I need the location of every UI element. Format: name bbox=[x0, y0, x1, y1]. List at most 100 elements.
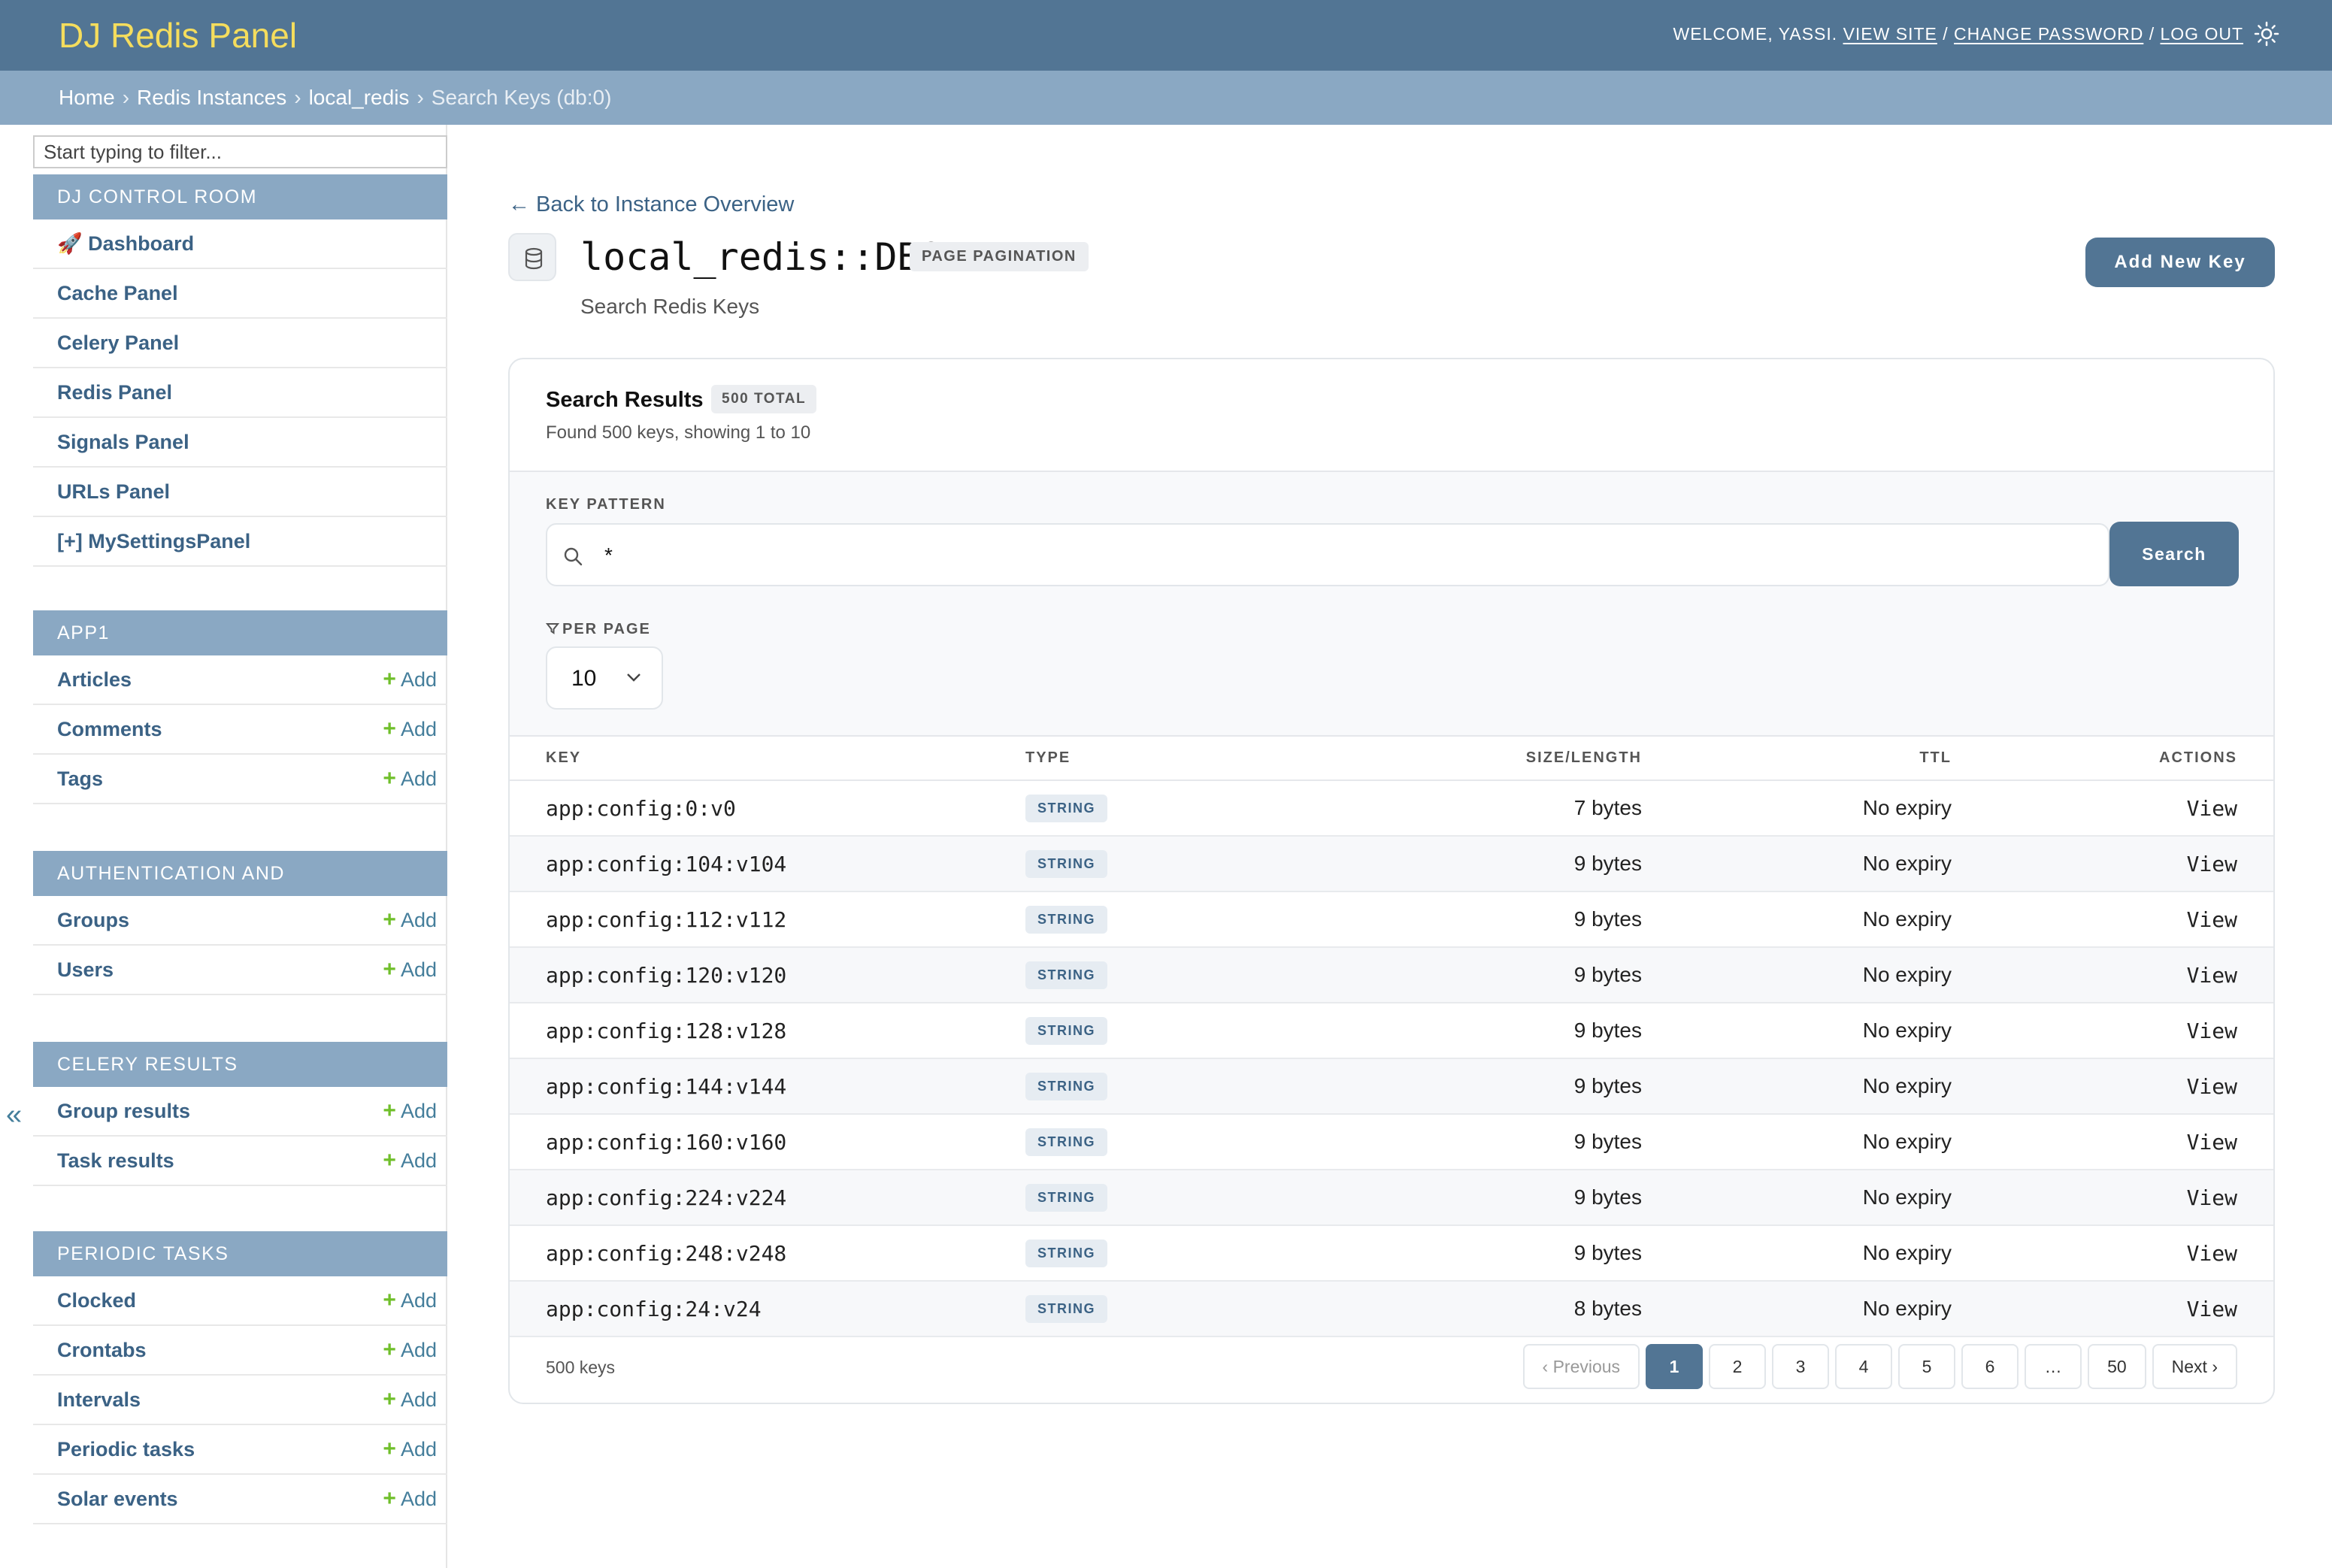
plus-icon: + bbox=[383, 1288, 396, 1312]
sidebar-item-group-results[interactable]: Group results + Add bbox=[33, 1087, 447, 1137]
table-row: app:config:120:v120 STRING 9 bytes No ex… bbox=[510, 947, 2273, 1003]
search-icon bbox=[564, 547, 583, 566]
view-link[interactable]: View bbox=[1952, 780, 2273, 837]
add-button[interactable]: + Add bbox=[383, 896, 437, 944]
view-link[interactable]: View bbox=[1952, 1225, 2273, 1282]
module-header[interactable]: CELERY RESULTS bbox=[33, 1042, 447, 1087]
add-label: Add bbox=[400, 1388, 437, 1411]
sidebar-item-urls-panel[interactable]: URLs Panel bbox=[33, 468, 447, 517]
add-new-key-button[interactable]: Add New Key bbox=[2085, 238, 2275, 287]
view-link[interactable]: View bbox=[1952, 947, 2273, 1003]
table-row: app:config:224:v224 STRING 9 bytes No ex… bbox=[510, 1170, 2273, 1226]
add-button[interactable]: + Add bbox=[383, 1376, 437, 1424]
key-name[interactable]: app:config:112:v112 bbox=[510, 891, 1025, 948]
column-header-size[interactable]: SIZE/LENGTH bbox=[1416, 737, 1642, 781]
view-link[interactable]: View bbox=[1952, 1114, 2273, 1170]
column-header-type[interactable]: TYPE bbox=[1025, 737, 1416, 781]
page-title: local_redis::DB0 bbox=[580, 235, 943, 279]
table-row: app:config:248:v248 STRING 9 bytes No ex… bbox=[510, 1225, 2273, 1282]
sidebar-item-tags[interactable]: Tags + Add bbox=[33, 755, 447, 804]
sidebar-item-celery-panel[interactable]: Celery Panel bbox=[33, 319, 447, 368]
key-name[interactable]: app:config:128:v128 bbox=[510, 1003, 1025, 1059]
view-link[interactable]: View bbox=[1952, 1058, 2273, 1115]
page-button-6[interactable]: 6 bbox=[1961, 1344, 2019, 1389]
page-button-3[interactable]: 3 bbox=[1772, 1344, 1830, 1389]
key-name[interactable]: app:config:224:v224 bbox=[510, 1170, 1025, 1226]
per-page-select[interactable]: 10 bbox=[546, 646, 663, 710]
view-site-link[interactable]: VIEW SITE bbox=[1843, 24, 1937, 44]
module-header[interactable]: DJ CONTROL ROOM bbox=[33, 174, 447, 219]
sidebar-item-dashboard[interactable]: 🚀 Dashboard bbox=[33, 219, 447, 269]
key-pattern-input[interactable] bbox=[604, 538, 2033, 573]
sidebar-item-articles[interactable]: Articles + Add bbox=[33, 655, 447, 705]
column-header-key[interactable]: KEY bbox=[510, 737, 1025, 781]
sidebar-item-signals-panel[interactable]: Signals Panel bbox=[33, 418, 447, 468]
view-link[interactable]: View bbox=[1952, 836, 2273, 892]
key-name[interactable]: app:config:104:v104 bbox=[510, 836, 1025, 892]
key-name[interactable]: app:config:160:v160 bbox=[510, 1114, 1025, 1170]
key-name[interactable]: app:config:248:v248 bbox=[510, 1225, 1025, 1282]
change-password-link[interactable]: CHANGE PASSWORD bbox=[1954, 24, 2143, 44]
add-button[interactable]: + Add bbox=[383, 705, 437, 753]
add-button[interactable]: + Add bbox=[383, 1087, 437, 1135]
sidebar-item-label: Tags bbox=[57, 767, 104, 790]
add-button[interactable]: + Add bbox=[383, 655, 437, 704]
user-tools: WELCOME, YASSI. VIEW SITE / CHANGE PASSW… bbox=[1673, 23, 2243, 45]
sidebar-item-clocked[interactable]: Clocked + Add bbox=[33, 1276, 447, 1326]
key-name[interactable]: app:config:120:v120 bbox=[510, 947, 1025, 1003]
previous-page-button[interactable]: ‹ Previous bbox=[1522, 1344, 1640, 1389]
sidebar-item-periodic-tasks[interactable]: Periodic tasks + Add bbox=[33, 1425, 447, 1475]
search-button[interactable]: Search bbox=[2109, 522, 2239, 586]
add-button[interactable]: + Add bbox=[383, 1137, 437, 1185]
key-name[interactable]: app:config:24:v24 bbox=[510, 1281, 1025, 1337]
add-button[interactable]: + Add bbox=[383, 1425, 437, 1473]
sidebar-item-label: Cache Panel bbox=[57, 282, 178, 304]
breadcrumb-instance[interactable]: local_redis bbox=[309, 86, 410, 109]
module-header[interactable]: APP1 bbox=[33, 610, 447, 655]
table-row: app:config:128:v128 STRING 9 bytes No ex… bbox=[510, 1003, 2273, 1059]
page-button-1[interactable]: 1 bbox=[1646, 1344, 1704, 1389]
view-link[interactable]: View bbox=[1952, 891, 2273, 948]
page-button-2[interactable]: 2 bbox=[1709, 1344, 1767, 1389]
collapse-icon[interactable]: « bbox=[6, 1099, 22, 1131]
sidebar-filter-input[interactable] bbox=[33, 135, 447, 168]
ttl-cell: No expiry bbox=[1642, 947, 1952, 1003]
add-button[interactable]: + Add bbox=[383, 946, 437, 994]
sidebar-item-solar-events[interactable]: Solar events + Add bbox=[33, 1475, 447, 1524]
sidebar-item-groups[interactable]: Groups + Add bbox=[33, 896, 447, 946]
add-button[interactable]: + Add bbox=[383, 1326, 437, 1374]
module-header[interactable]: AUTHENTICATION AND AUTHORIZATION bbox=[33, 851, 447, 929]
sidebar-item-users[interactable]: Users + Add bbox=[33, 946, 447, 995]
type-cell: STRING bbox=[1025, 1003, 1416, 1059]
sidebar-item-label: Groups bbox=[57, 909, 130, 931]
page-button-5[interactable]: 5 bbox=[1898, 1344, 1956, 1389]
column-header-ttl[interactable]: TTL bbox=[1642, 737, 1952, 781]
sidebar-item-comments[interactable]: Comments + Add bbox=[33, 705, 447, 755]
add-button[interactable]: + Add bbox=[383, 1276, 437, 1324]
page-button-50[interactable]: 50 bbox=[2088, 1344, 2146, 1389]
add-label: Add bbox=[400, 1289, 437, 1312]
add-button[interactable]: + Add bbox=[383, 1475, 437, 1523]
type-cell: STRING bbox=[1025, 947, 1416, 1003]
add-button[interactable]: + Add bbox=[383, 755, 437, 803]
sun-icon[interactable] bbox=[2254, 21, 2279, 47]
view-link[interactable]: View bbox=[1952, 1281, 2273, 1337]
page-button-4[interactable]: 4 bbox=[1835, 1344, 1893, 1389]
key-name[interactable]: app:config:0:v0 bbox=[510, 780, 1025, 837]
site-brand[interactable]: DJ Redis Panel bbox=[59, 15, 297, 56]
sidebar-item-mysettingspanel[interactable]: [+] MySettingsPanel bbox=[33, 517, 447, 567]
view-link[interactable]: View bbox=[1952, 1003, 2273, 1059]
key-name[interactable]: app:config:144:v144 bbox=[510, 1058, 1025, 1115]
sidebar-item-redis-panel[interactable]: Redis Panel bbox=[33, 368, 447, 418]
module-header[interactable]: PERIODIC TASKS bbox=[33, 1231, 447, 1276]
logout-link[interactable]: LOG OUT bbox=[2160, 24, 2243, 44]
breadcrumb-home[interactable]: Home bbox=[59, 86, 115, 109]
breadcrumb-instances[interactable]: Redis Instances bbox=[137, 86, 286, 109]
sidebar-item-cache-panel[interactable]: Cache Panel bbox=[33, 269, 447, 319]
sidebar-item-task-results[interactable]: Task results + Add bbox=[33, 1137, 447, 1186]
view-link[interactable]: View bbox=[1952, 1170, 2273, 1226]
back-to-overview-link[interactable]: ← Back to Instance Overview bbox=[508, 192, 794, 217]
sidebar-item-crontabs[interactable]: Crontabs + Add bbox=[33, 1326, 447, 1376]
sidebar-item-intervals[interactable]: Intervals + Add bbox=[33, 1376, 447, 1425]
next-page-button[interactable]: Next › bbox=[2152, 1344, 2237, 1389]
